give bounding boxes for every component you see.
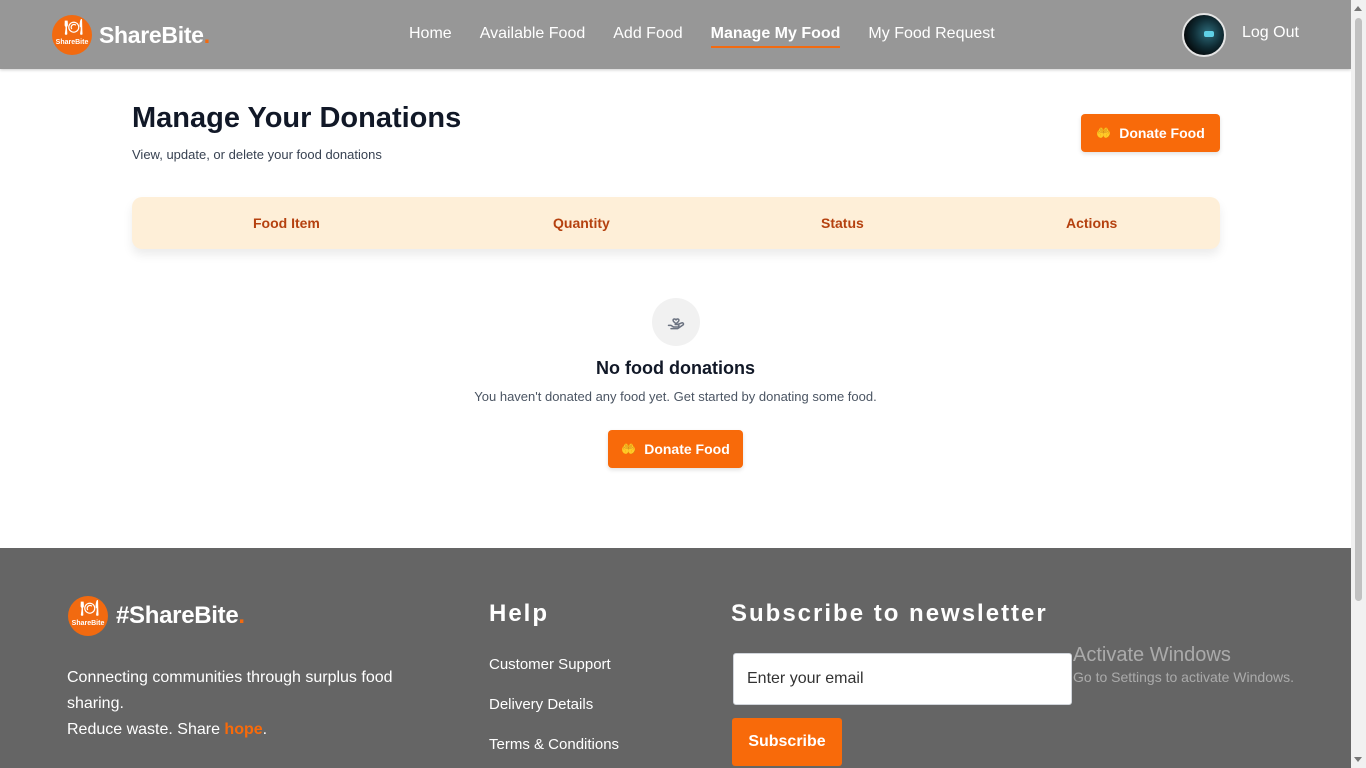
scroll-thumb[interactable] — [1355, 18, 1362, 601]
column-quantity: Quantity — [553, 215, 610, 231]
subscribe-button[interactable]: Subscribe — [732, 718, 842, 766]
activate-windows-title: Activate Windows — [1073, 644, 1231, 666]
logo-badge: 🍽 ShareBite — [52, 15, 92, 55]
fork-plate-icon: 🍽 — [80, 600, 100, 617]
column-actions: Actions — [1066, 215, 1118, 231]
brand-name: ShareBite. — [99, 21, 210, 48]
newsletter-heading: Subscribe to newsletter — [731, 600, 1048, 627]
footer-description: Connecting communities through surplus f… — [67, 669, 393, 738]
scroll-up-arrow-icon[interactable] — [1354, 6, 1362, 11]
logo-badge-text: ShareBite — [55, 39, 89, 46]
nav-manage-my-food[interactable]: Manage My Food — [710, 24, 841, 48]
donate-food-button-empty[interactable]: 🤲 Donate Food — [608, 430, 743, 468]
page-scrollbar[interactable] — [1351, 0, 1366, 768]
empty-state-title: No food donations — [596, 358, 755, 378]
link-customer-support[interactable]: Customer Support — [489, 656, 611, 673]
nav-home[interactable]: Home — [409, 24, 452, 48]
top-navbar: 🍽 ShareBite ShareBite. Home Available Fo… — [0, 0, 1351, 69]
fork-plate-icon: 🍽 — [64, 19, 84, 36]
footer-brand-name: #ShareBite. — [116, 602, 245, 629]
scroll-down-arrow-icon[interactable] — [1354, 757, 1362, 762]
donate-food-label: Donate Food — [644, 441, 730, 457]
link-delivery-details[interactable]: Delivery Details — [489, 696, 593, 713]
donate-food-label: Donate Food — [1119, 125, 1205, 141]
donate-food-button[interactable]: 🤲 Donate Food — [1081, 114, 1220, 152]
newsletter-email-input[interactable] — [733, 653, 1072, 705]
hand-heart-icon: 🤲 — [1096, 126, 1112, 140]
donations-table-header: Food Item Quantity Status Actions — [132, 197, 1220, 249]
logo-badge-text: ShareBite — [71, 620, 105, 627]
main-nav: Home Available Food Add Food Manage My F… — [409, 24, 1023, 48]
hand-heart-icon — [652, 298, 700, 346]
page-subtitle: View, update, or delete your food donati… — [132, 147, 382, 162]
footer-logo[interactable]: 🍽 ShareBite #ShareBite. — [68, 596, 245, 636]
nav-available-food[interactable]: Available Food — [480, 24, 586, 48]
link-terms-conditions[interactable]: Terms & Conditions — [489, 736, 619, 753]
nav-add-food[interactable]: Add Food — [613, 24, 682, 48]
logout-button[interactable]: Log Out — [1242, 24, 1299, 42]
logo-badge: 🍽 ShareBite — [68, 596, 108, 636]
user-avatar[interactable] — [1182, 13, 1226, 57]
column-food-item: Food Item — [253, 215, 320, 231]
help-heading: Help — [489, 600, 550, 627]
nav-my-food-request[interactable]: My Food Request — [868, 24, 994, 48]
hand-heart-icon: 🤲 — [621, 442, 637, 456]
empty-state-text: You haven't donated any food yet. Get st… — [474, 389, 877, 404]
page-title: Manage Your Donations — [132, 102, 462, 134]
column-status: Status — [821, 215, 864, 231]
activate-windows-subtitle: Go to Settings to activate Windows. — [1073, 669, 1294, 685]
site-footer: 🍽 ShareBite #ShareBite. Connecting commu… — [0, 548, 1351, 768]
brand-logo[interactable]: 🍽 ShareBite ShareBite. — [52, 15, 210, 55]
